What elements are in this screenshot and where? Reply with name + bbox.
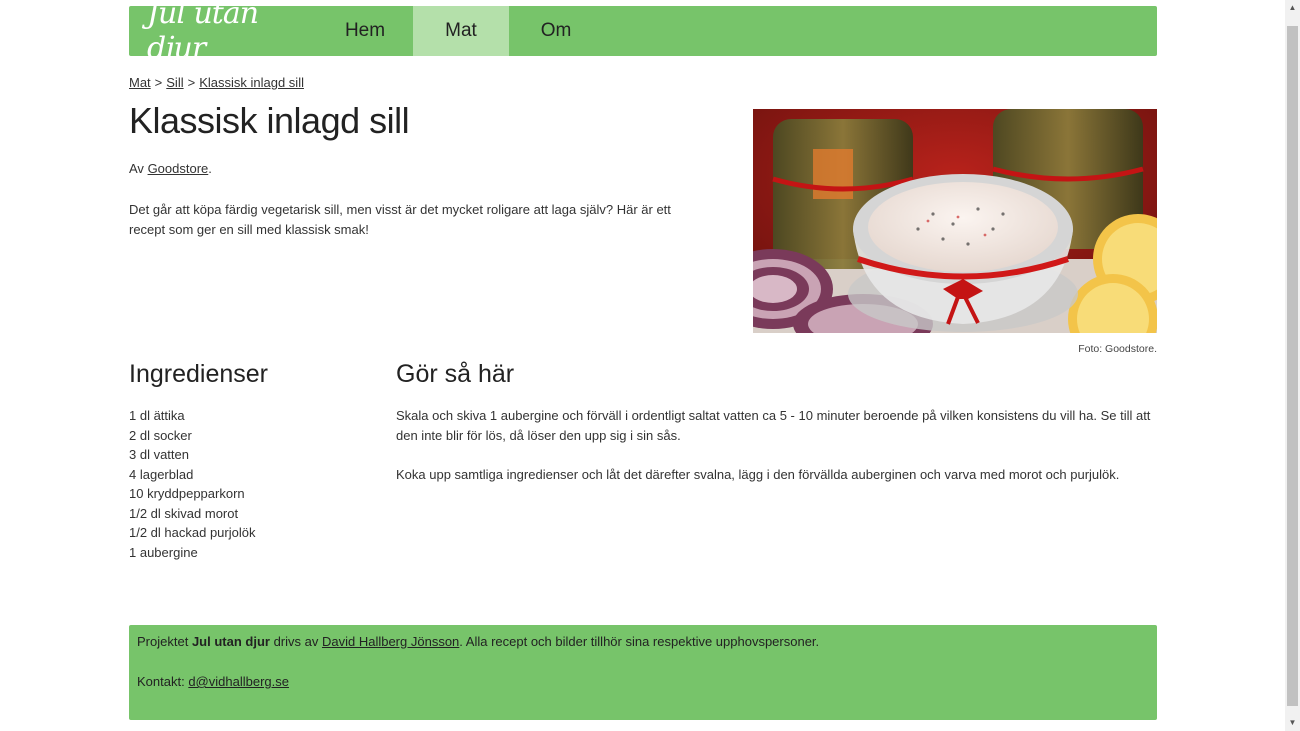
breadcrumb-separator: > [187, 75, 196, 90]
ingredient-item: 1 dl ättika [129, 408, 185, 423]
ingredient-item: 4 lagerblad [129, 466, 194, 482]
instructions: Skala och skiva 1 aubergine och förväll … [396, 406, 1158, 504]
scroll-down-icon[interactable]: ▼ [1285, 715, 1300, 731]
instruction-step: Koka upp samtliga ingredienser och låt d… [396, 467, 1120, 482]
breadcrumb-link-mat[interactable]: Mat [129, 75, 151, 90]
ingredients-list: 1 dl ättika 2 dl socker 3 dl vatten 4 la… [129, 406, 255, 562]
breadcrumb: Mat > Sill > Klassisk inlagd sill [129, 75, 304, 90]
byline-prefix: Av [129, 161, 144, 176]
byline-suffix: . [208, 161, 212, 176]
ingredients-heading: Ingredienser [129, 360, 268, 388]
footer-prefix: Projektet [137, 634, 189, 649]
footer-project-name: Jul utan djur [191, 634, 270, 649]
author-link[interactable]: Goodstore [148, 161, 209, 176]
byline: Av Goodstore. [129, 161, 212, 176]
footer-email-link[interactable]: d@vidhallberg.se [188, 674, 289, 689]
breadcrumb-link-current[interactable]: Klassisk inlagd sill [199, 75, 304, 90]
vertical-scrollbar[interactable]: ▲ ▼ [1285, 0, 1300, 731]
ingredient-item: 2 dl socker [129, 427, 192, 443]
footer-middle: drivs av [273, 634, 319, 649]
footer-credits: Projektet Jul utan djur drivs av David H… [137, 634, 819, 649]
instructions-heading: Gör så här [396, 360, 515, 388]
footer-suffix: . Alla recept och bilder tillhör sina re… [459, 634, 820, 649]
footer-contact-label: Kontakt: [137, 674, 185, 689]
ingredient-item: 1/2 dl hackad purjolök [129, 525, 256, 540]
footer-contact: Kontakt: d@vidhallberg.se [137, 674, 289, 689]
page-title: Klassisk inlagd sill [129, 100, 410, 141]
ingredient-item: 1 aubergine [129, 544, 198, 560]
ingredient-item: 1/2 dl skivad morot [129, 505, 239, 521]
footer: Projektet Jul utan djur drivs av David H… [129, 625, 1157, 720]
breadcrumb-separator: > [154, 75, 163, 90]
scroll-up-icon[interactable]: ▲ [1285, 0, 1300, 16]
nav-item-mat[interactable]: Mat [413, 6, 509, 56]
instruction-step: Skala och skiva 1 aubergine och förväll … [396, 408, 1151, 443]
recipe-photo [753, 109, 1157, 333]
ingredient-item: 10 kryddpepparkorn [129, 486, 245, 501]
site-logo[interactable]: Jul utan djur [129, 0, 307, 66]
photo-caption: Foto: Goodstore. [1078, 343, 1157, 355]
main-nav: Jul utan djur Hem Mat Om [129, 0, 1157, 66]
footer-owner-link[interactable]: David Hallberg Jönsson [322, 634, 459, 649]
nav-item-om[interactable]: Om [509, 6, 603, 56]
nav-item-hem[interactable]: Hem [317, 6, 413, 56]
recipe-intro: Det går att köpa färdig vegetarisk sill,… [129, 202, 671, 237]
ingredient-item: 3 dl vatten [129, 447, 189, 462]
breadcrumb-link-sill[interactable]: Sill [166, 75, 183, 90]
scrollbar-thumb[interactable] [1287, 26, 1298, 706]
